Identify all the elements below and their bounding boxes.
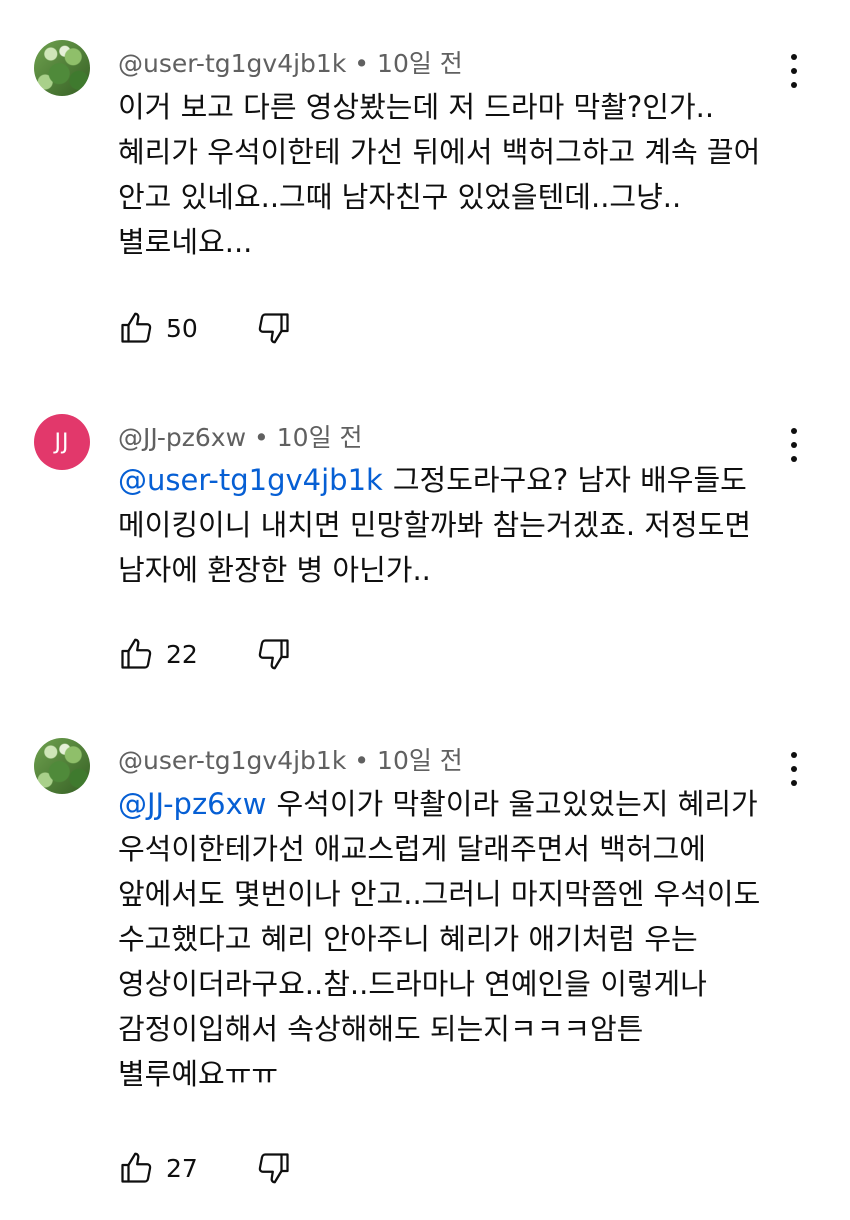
more-vert-icon[interactable] [782,752,806,786]
thumbs-up-icon[interactable] [118,310,154,346]
separator-dot: • [354,49,370,78]
comment-actions: 22 [118,634,292,674]
mention-link[interactable]: @user-tg1gv4jb1k [118,463,383,497]
thumbs-down-icon[interactable] [256,1150,292,1186]
comment-text: @user-tg1gv4jb1k 그정도라구요? 남자 배우들도 메이킹이니 내치… [118,458,793,593]
like-count: 50 [166,313,198,343]
thumbs-up-icon[interactable] [118,636,154,672]
comment-meta: @user-tg1gv4jb1k • 10일 전 [118,741,463,777]
separator-dot: • [354,746,370,775]
avatar-initials: JJ [54,429,70,455]
thumbs-down-icon[interactable] [256,310,292,346]
comment-text: @JJ-pz6xw 우석이가 막촬이라 울고있었는지 혜리가 우석이한테가선 애교… [118,782,793,1097]
mention-link[interactable]: @JJ-pz6xw [118,787,267,821]
avatar[interactable]: JJ [34,414,90,470]
comment-time[interactable]: 10일 전 [377,49,463,78]
like-count: 22 [166,639,198,669]
thumbs-up-icon[interactable] [118,1150,154,1186]
separator-dot: • [254,423,269,452]
avatar[interactable] [34,40,90,96]
author-name[interactable]: @user-tg1gv4jb1k [118,49,346,78]
avatar[interactable] [34,738,90,794]
more-vert-icon[interactable] [782,54,806,88]
comment-actions: 27 [118,1148,292,1188]
comment-text: 이거 보고 다른 영상봤는데 저 드라마 막촬?인가..혜리가 우석이한테 가선… [118,90,761,259]
comment-time[interactable]: 10일 전 [277,423,363,452]
comment-actions: 50 [118,308,292,348]
more-vert-icon[interactable] [782,428,806,462]
comment-time[interactable]: 10일 전 [377,746,463,775]
author-name[interactable]: @user-tg1gv4jb1k [118,746,346,775]
comment-meta: @user-tg1gv4jb1k • 10일 전 [118,44,463,80]
like-count: 27 [166,1153,198,1183]
author-name[interactable]: @JJ-pz6xw [118,423,246,452]
thumbs-down-icon[interactable] [256,636,292,672]
comment-meta: @JJ-pz6xw • 10일 전 [118,418,363,454]
comment-body: 우석이가 막촬이라 울고있었는지 혜리가 우석이한테가선 애교스럽게 달래주면서… [118,787,761,1091]
